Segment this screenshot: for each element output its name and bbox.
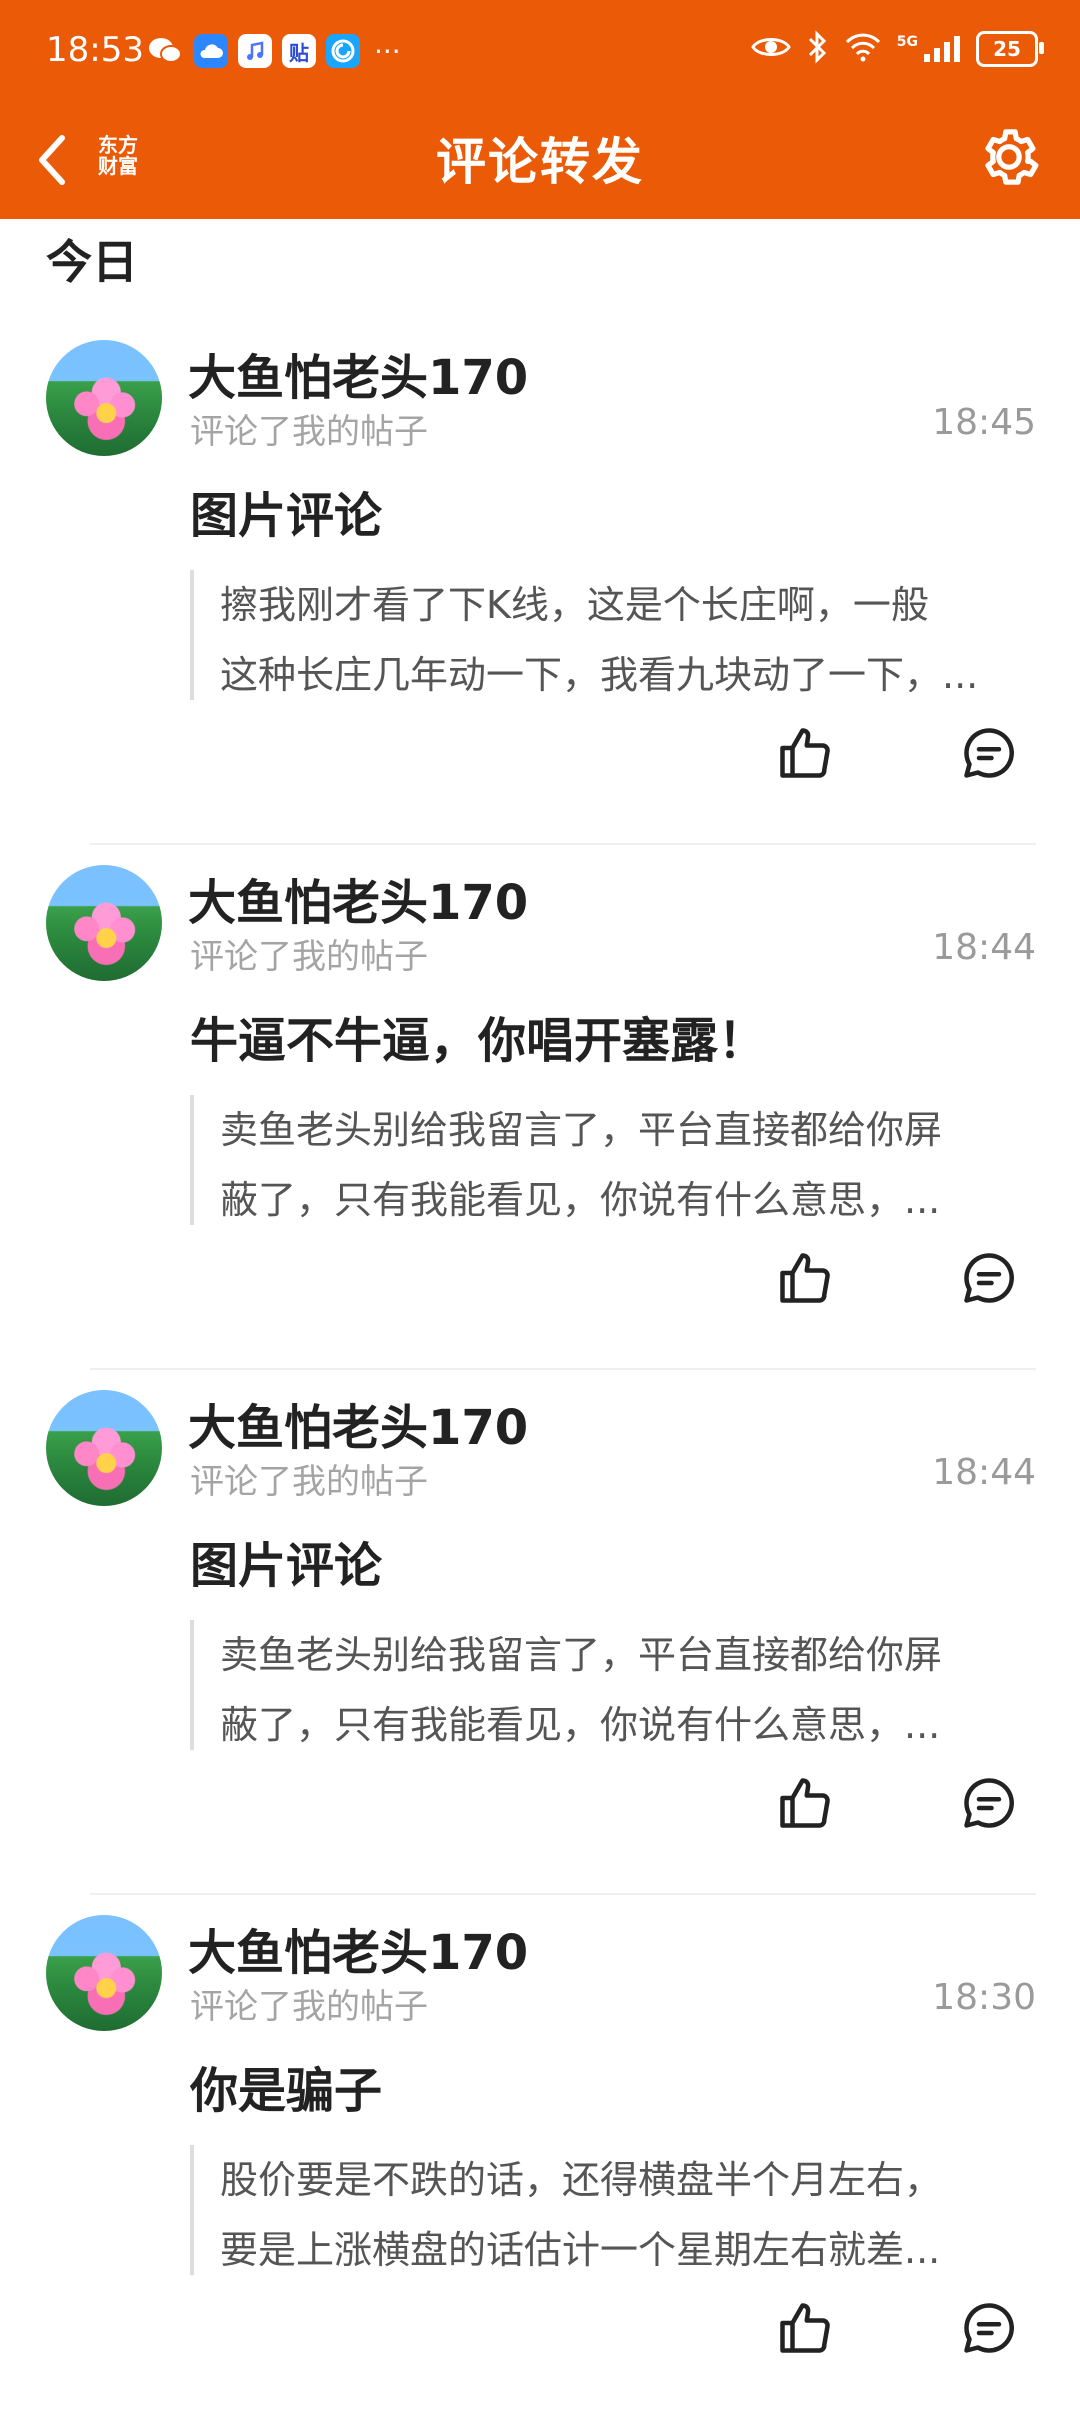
- quoted-post-line: 蔽了，只有我能看见，你说有什么意思，...: [220, 1178, 941, 1222]
- bluetooth-icon: [805, 30, 829, 68]
- comment-item[interactable]: 大鱼怕老头170 评论了我的帖子 18:30 你是骗子 股价要是不跌的话，还得横…: [0, 1895, 1080, 2420]
- comment-time: 18:44: [932, 1452, 1036, 1493]
- comment-item[interactable]: 大鱼怕老头170 评论了我的帖子 18:44 图片评论 卖鱼老头别给我留言了，平…: [0, 1370, 1080, 1895]
- comment-time: 18:30: [932, 1977, 1036, 2018]
- status-time: 18:53: [46, 30, 144, 70]
- battery-level: 25: [993, 37, 1021, 61]
- user-name[interactable]: 大鱼怕老头170: [188, 1913, 528, 1983]
- more-dots: ···: [374, 34, 401, 68]
- thumbs-up-icon: [780, 728, 830, 778]
- comment-title[interactable]: 牛逼不牛逼，你唱开塞露！: [190, 1001, 766, 1071]
- like-button[interactable]: [770, 718, 840, 788]
- action-text: 评论了我的帖子: [190, 937, 428, 977]
- comment-time: 18:44: [932, 927, 1036, 968]
- top-header: 18:53 贴 ··· 5G 25 东方 财富 评论转发: [0, 0, 1080, 219]
- comment-bubble-icon: [964, 1253, 1014, 1303]
- network-label: 5G: [896, 34, 918, 50]
- thumbs-up-icon: [780, 1778, 830, 1828]
- comment-title[interactable]: 你是骗子: [190, 2051, 382, 2121]
- comment-item[interactable]: 大鱼怕老头170 评论了我的帖子 18:44 牛逼不牛逼，你唱开塞露！ 卖鱼老头…: [0, 845, 1080, 1370]
- comment-title[interactable]: 图片评论: [190, 1526, 382, 1596]
- like-button[interactable]: [770, 2293, 840, 2363]
- avatar[interactable]: [46, 1915, 162, 2031]
- user-name[interactable]: 大鱼怕老头170: [188, 863, 528, 933]
- comment-bubble-icon: [964, 1778, 1014, 1828]
- quoted-post[interactable]: 擦我刚才看了下K线，这是个长庄啊，一般 这种长庄几年动一下，我看九块动了一下，.…: [190, 570, 1020, 700]
- battery-indicator: 25: [976, 31, 1044, 67]
- action-row: [0, 1768, 1080, 1848]
- thumbs-up-icon: [780, 1253, 830, 1303]
- quoted-post-line: 股价要是不跌的话，还得横盘半个月左右，: [220, 2158, 943, 2202]
- quoted-post[interactable]: 卖鱼老头别给我留言了，平台直接都给你屏 蔽了，只有我能看见，你说有什么意思，..…: [190, 1095, 1020, 1225]
- quoted-post-line: 卖鱼老头别给我留言了，平台直接都给你屏: [220, 1633, 943, 1677]
- comment-title[interactable]: 图片评论: [190, 476, 382, 546]
- like-button[interactable]: [770, 1243, 840, 1313]
- quoted-post[interactable]: 卖鱼老头别给我留言了，平台直接都给你屏 蔽了，只有我能看见，你说有什么意思，..…: [190, 1620, 1020, 1750]
- quoted-post-line: 擦我刚才看了下K线，这是个长庄啊，一般: [220, 583, 929, 627]
- wechat-icon: [146, 34, 184, 68]
- user-name[interactable]: 大鱼怕老头170: [188, 338, 528, 408]
- comment-feed: 大鱼怕老头170 评论了我的帖子 18:45 图片评论 擦我刚才看了下K线，这是…: [0, 320, 1080, 2420]
- wifi-icon: [843, 32, 883, 66]
- section-today-label: 今日: [46, 235, 138, 289]
- quoted-post-line: 要是上涨横盘的话估计一个星期左右就差...: [220, 2228, 941, 2272]
- reply-button[interactable]: [954, 1768, 1024, 1838]
- quoted-post[interactable]: 股价要是不跌的话，还得横盘半个月左右， 要是上涨横盘的话估计一个星期左右就差..…: [190, 2145, 1020, 2275]
- comment-bubble-icon: [964, 2303, 1014, 2353]
- comment-time: 18:45: [932, 402, 1036, 443]
- notification-icons: 贴 ···: [146, 34, 401, 68]
- action-text: 评论了我的帖子: [190, 1987, 428, 2027]
- avatar[interactable]: [46, 865, 162, 981]
- music-app-icon: [238, 34, 272, 68]
- like-button[interactable]: [770, 1768, 840, 1838]
- quoted-post-line: 蔽了，只有我能看见，你说有什么意思，...: [220, 1703, 941, 1747]
- signal-5g-icon: 5G: [897, 34, 962, 64]
- reply-button[interactable]: [954, 1243, 1024, 1313]
- system-icons: 5G 25: [751, 30, 1044, 68]
- status-bar: 18:53 贴 ··· 5G 25: [0, 0, 1080, 104]
- thumbs-up-icon: [780, 2303, 830, 2353]
- quoted-post-line: 这种长庄几年动一下，我看九块动了一下，...: [220, 653, 979, 697]
- action-row: [0, 718, 1080, 798]
- navigation-bar: 东方 财富 评论转发: [0, 104, 1080, 219]
- avatar[interactable]: [46, 1390, 162, 1506]
- settings-button[interactable]: [974, 122, 1044, 192]
- action-text: 评论了我的帖子: [190, 412, 428, 452]
- comment-item[interactable]: 大鱼怕老头170 评论了我的帖子 18:45 图片评论 擦我刚才看了下K线，这是…: [0, 320, 1080, 845]
- reply-button[interactable]: [954, 2293, 1024, 2363]
- comment-bubble-icon: [964, 728, 1014, 778]
- page-title: 评论转发: [436, 133, 644, 191]
- action-row: [0, 2293, 1080, 2373]
- tieba-app-icon: 贴: [282, 34, 316, 68]
- quoted-post-line: 卖鱼老头别给我留言了，平台直接都给你屏: [220, 1108, 943, 1152]
- reply-button[interactable]: [954, 718, 1024, 788]
- action-text: 评论了我的帖子: [190, 1462, 428, 1502]
- eye-icon: [751, 33, 791, 65]
- avatar[interactable]: [46, 340, 162, 456]
- gear-icon: [985, 129, 1039, 185]
- user-name[interactable]: 大鱼怕老头170: [188, 1388, 528, 1458]
- cloud-app-icon: [194, 34, 228, 68]
- browser-app-icon: [326, 34, 360, 68]
- action-row: [0, 1243, 1080, 1323]
